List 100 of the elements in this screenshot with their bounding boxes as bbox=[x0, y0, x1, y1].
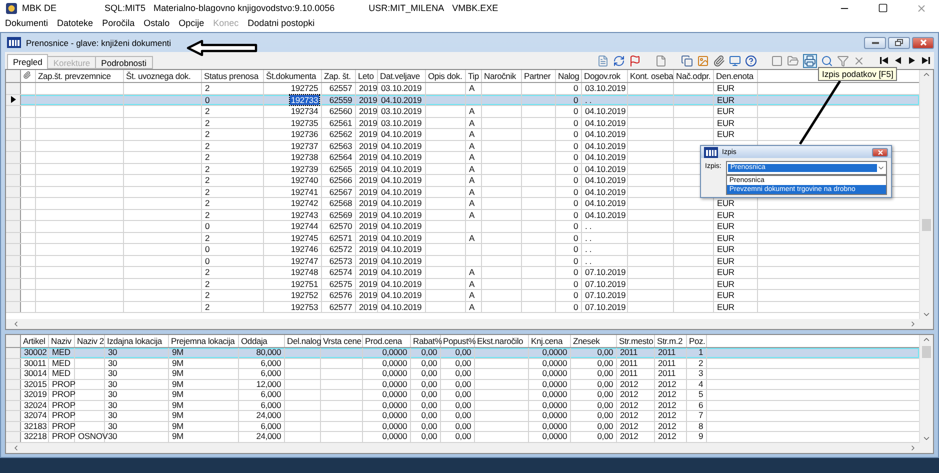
column-header[interactable]: Prejemna lokacija bbox=[169, 335, 239, 347]
row-selector[interactable] bbox=[6, 94, 21, 105]
column-header[interactable]: Status prenosa bbox=[202, 70, 264, 82]
menu-item[interactable]: Ostalo bbox=[144, 18, 170, 28]
next-record-icon[interactable] bbox=[907, 55, 917, 66]
table-row[interactable]: 0 192733 62559 2019 04.10.2019 0 . . EUR bbox=[6, 94, 919, 106]
column-header[interactable]: Zap. št. bbox=[322, 70, 356, 82]
table-row[interactable]: 32218 PROP OSNOV30 9M 24,000 0,0000 0,00 0,00 0,0000 0,00 2012 2012 9 bbox=[6, 432, 919, 442]
column-header[interactable]: Opis dok. bbox=[426, 70, 466, 82]
column-header[interactable]: Knj.cena bbox=[529, 335, 571, 347]
column-header[interactable]: Prod.cena bbox=[363, 335, 411, 347]
scroll-down-icon[interactable] bbox=[922, 310, 931, 319]
image-icon[interactable] bbox=[697, 54, 709, 66]
column-header[interactable]: Dogov.rok bbox=[582, 70, 628, 82]
last-record-icon[interactable] bbox=[921, 55, 931, 66]
copy-icon[interactable] bbox=[681, 54, 693, 66]
close-button[interactable] bbox=[872, 148, 888, 156]
column-header[interactable]: Rabat% bbox=[411, 335, 441, 347]
table-row[interactable]: 32019 PROP 30 9M 6,000 0,0000 0,00 0,00 0,0000 0,00 2012 2012 5 bbox=[6, 390, 919, 400]
table-row[interactable]: 32024 PROP 30 9M 6,000 0,0000 0,00 0,00 0,0000 0,00 2012 2012 6 bbox=[6, 400, 919, 411]
monitor-icon[interactable] bbox=[729, 54, 741, 66]
table-row[interactable]: 32015 PROP 30 9M 12,000 0,0000 0,00 0,00 0,0000 0,00 2012 2012 4 bbox=[6, 380, 919, 390]
column-header[interactable]: Naročnik bbox=[482, 70, 522, 82]
table-row[interactable]: 32074 PROP 30 9M 24,000 0,0000 0,00 0,00 0,0000 0,00 2012 2012 7 bbox=[6, 411, 919, 422]
vertical-scrollbar[interactable] bbox=[919, 335, 933, 443]
horizontal-scrollbar[interactable] bbox=[6, 319, 933, 329]
table-row[interactable]: 2 192725 62557 2019 03.10.2019 A 0 03.10.2019 EUR bbox=[6, 83, 919, 94]
square-icon[interactable] bbox=[771, 54, 783, 66]
close-button[interactable] bbox=[912, 36, 934, 48]
tab[interactable]: Pregled bbox=[7, 54, 48, 69]
scroll-left-icon[interactable] bbox=[12, 444, 20, 452]
menu-item[interactable]: Dokumenti bbox=[5, 18, 48, 28]
document-icon[interactable] bbox=[597, 54, 609, 66]
table-row[interactable]: 2 192736 62562 2019 04.10.2019 A 0 04.10.2019 EUR bbox=[6, 129, 919, 140]
table-row[interactable]: 2 192751 62575 2019 04.10.2019 A 0 07.10.2019 EUR bbox=[6, 278, 919, 290]
scroll-right-icon[interactable] bbox=[909, 444, 917, 452]
table-row[interactable]: 2 192735 62561 2019 03.10.2019 A 0 04.10.2019 EUR bbox=[6, 118, 919, 129]
column-header[interactable]: Znesek bbox=[571, 335, 617, 347]
column-header[interactable]: Št.dokumenta bbox=[264, 70, 322, 82]
table-row[interactable]: 2 192742 62568 2019 04.10.2019 A 0 04.10.2019 EUR bbox=[6, 198, 919, 210]
column-header[interactable]: Artikel bbox=[21, 335, 49, 347]
horizontal-scrollbar[interactable] bbox=[6, 443, 933, 453]
column-header[interactable]: Št. uvoznega dok. bbox=[124, 70, 202, 82]
scroll-up-icon[interactable] bbox=[922, 70, 931, 79]
table-row[interactable]: 0 192746 62572 2019 04.10.2019 0 . . EUR bbox=[6, 244, 919, 256]
menu-item[interactable]: Dodatni postopki bbox=[248, 18, 315, 28]
close-icon[interactable] bbox=[916, 2, 927, 14]
column-header[interactable]: Izdajna lokacija bbox=[105, 335, 169, 347]
column-header[interactable]: Popust% bbox=[441, 335, 475, 347]
menu-item[interactable]: Poročila bbox=[102, 18, 135, 28]
column-header[interactable]: Poz. bbox=[687, 335, 707, 347]
scroll-up-icon[interactable] bbox=[922, 335, 931, 344]
table-row[interactable]: 2 192752 62576 2019 04.10.2019 A 0 07.10.2019 EUR bbox=[6, 290, 919, 302]
table-row[interactable]: 30014 MED 30 9M 6,000 0,0000 0,00 0,00 0,0000 0,00 2011 2011 3 bbox=[6, 369, 919, 380]
scroll-left-icon[interactable] bbox=[12, 320, 20, 328]
column-header[interactable]: Tip bbox=[466, 70, 482, 82]
scrollbar-thumb[interactable] bbox=[922, 346, 931, 358]
column-header[interactable]: Partner bbox=[522, 70, 556, 82]
column-header[interactable]: Str.mesto bbox=[617, 335, 655, 347]
column-header[interactable]: Oddaja bbox=[239, 335, 285, 347]
search-icon[interactable] bbox=[821, 54, 833, 66]
column-header[interactable]: Vrsta cene bbox=[321, 335, 363, 347]
flag-icon[interactable] bbox=[629, 54, 641, 66]
vertical-scrollbar[interactable] bbox=[919, 70, 933, 319]
menu-item[interactable]: Datoteke bbox=[57, 18, 94, 28]
print-button[interactable] bbox=[803, 54, 817, 68]
table-row[interactable]: 2 192743 62569 2019 04.10.2019 A 0 04.10.2019 EUR bbox=[6, 210, 919, 221]
filter-icon[interactable] bbox=[837, 54, 849, 66]
column-header[interactable]: Str.m.2 bbox=[655, 335, 687, 347]
column-header[interactable]: Zap.št. prevzemnice bbox=[36, 70, 124, 82]
previous-record-icon[interactable] bbox=[893, 55, 903, 66]
column-header[interactable]: Leto bbox=[356, 70, 378, 82]
table-row[interactable]: 2 192753 62577 2019 04.10.2019 A 0 07.10.2019 EUR bbox=[6, 302, 919, 313]
column-header[interactable]: Nač.odpr. bbox=[674, 70, 714, 82]
column-header[interactable]: Den.enota bbox=[714, 70, 758, 82]
scroll-down-icon[interactable] bbox=[922, 434, 931, 443]
scrollbar-thumb[interactable] bbox=[922, 219, 931, 231]
table-row[interactable]: 32183 PROP 30 9M 6,000 0,0000 0,00 0,00 0,0000 0,00 2012 2012 8 bbox=[6, 422, 919, 432]
paperclip-icon[interactable] bbox=[713, 54, 725, 66]
menu-item[interactable]: Opcije bbox=[178, 18, 204, 28]
column-header[interactable]: Nalog bbox=[556, 70, 582, 82]
column-header[interactable]: Naziv 2 bbox=[75, 335, 105, 347]
table-row[interactable]: 2 192748 62574 2019 04.10.2019 A 0 07.10.2019 EUR bbox=[6, 267, 919, 278]
page-icon[interactable] bbox=[655, 54, 667, 66]
column-header[interactable]: Kont. oseba bbox=[628, 70, 674, 82]
first-record-icon[interactable] bbox=[879, 55, 889, 66]
clear-icon[interactable] bbox=[853, 54, 865, 66]
folder-icon[interactable] bbox=[787, 54, 799, 66]
column-header[interactable]: Ekst.naročilo bbox=[475, 335, 529, 347]
minimize-button[interactable] bbox=[864, 36, 886, 48]
table-row[interactable]: 30011 MED 30 9M 6,000 0,0000 0,00 0,00 0,0000 0,00 2011 2011 2 bbox=[6, 358, 919, 369]
scroll-right-icon[interactable] bbox=[909, 320, 917, 328]
table-row[interactable]: 0 192744 62570 2019 04.10.2019 0 . . EUR bbox=[6, 221, 919, 232]
refresh-icon[interactable] bbox=[613, 54, 625, 66]
column-header[interactable]: Dat.veljave bbox=[378, 70, 426, 82]
table-row[interactable]: 2 192745 62571 2019 04.10.2019 A 0 . . EUR bbox=[6, 232, 919, 244]
column-header[interactable]: Del.nalog bbox=[285, 335, 321, 347]
table-row[interactable]: 30002 MED 30 9M 80,000 0,0000 0,00 0,00 0,0000 0,00 2011 2011 1 bbox=[6, 348, 919, 358]
table-row[interactable]: 2 192734 62560 2019 03.10.2019 A 0 04.10.2019 EUR bbox=[6, 106, 919, 118]
column-header[interactable]: Naziv bbox=[49, 335, 75, 347]
